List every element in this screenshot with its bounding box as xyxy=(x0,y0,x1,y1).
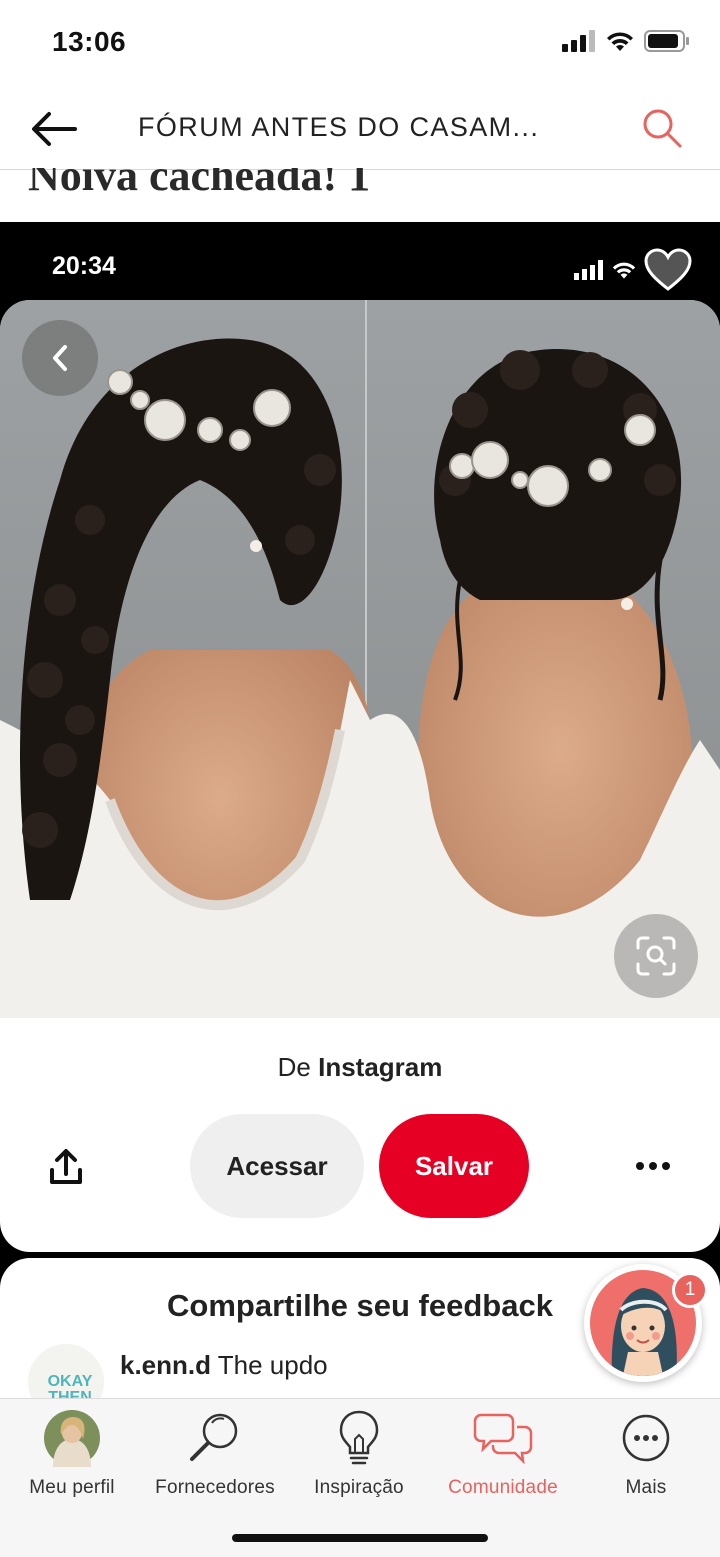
chat-bubbles-icon xyxy=(473,1413,533,1465)
app-header: FÓRUM ANTES DO CASAM... xyxy=(0,88,720,170)
share-icon xyxy=(50,1149,82,1184)
status-time: 13:06 xyxy=(52,26,127,57)
status-bar: 13:06 xyxy=(0,0,720,88)
comment-user: k.enn.d xyxy=(120,1350,212,1380)
nav-icon-wrap xyxy=(41,1407,103,1469)
hairstyle-image xyxy=(0,300,720,1018)
status-icons xyxy=(562,30,690,52)
signal-icon xyxy=(574,260,603,280)
nav-icon-wrap xyxy=(472,1407,534,1469)
source-name: Instagram xyxy=(318,1052,443,1082)
more-options-button[interactable] xyxy=(628,1144,678,1188)
pin-back-button[interactable] xyxy=(22,320,98,396)
magnifier-icon xyxy=(190,1413,238,1461)
save-button[interactable]: Salvar xyxy=(379,1114,529,1218)
comment-body: The updo xyxy=(217,1350,328,1380)
wifi-icon xyxy=(607,32,633,51)
visit-button[interactable]: Acessar xyxy=(190,1114,364,1218)
nav-item-inspiration[interactable]: Inspiração xyxy=(304,1407,414,1507)
nav-item-community[interactable]: Comunidade xyxy=(440,1407,566,1507)
nav-label: Meu perfil xyxy=(29,1477,115,1498)
battery-icon xyxy=(644,30,689,52)
nav-item-profile[interactable]: Meu perfil xyxy=(20,1407,124,1507)
signal-icon xyxy=(562,30,595,52)
back-button[interactable] xyxy=(26,104,80,154)
nav-label: Mais xyxy=(625,1477,667,1498)
nav-icon-wrap xyxy=(615,1407,677,1469)
nav-label: Fornecedores xyxy=(155,1477,275,1498)
embedded-status-bar: 20:34 xyxy=(0,222,720,302)
wifi-icon xyxy=(612,262,636,279)
source-prefix: De xyxy=(277,1052,311,1082)
notification-badge: 1 xyxy=(672,1272,708,1308)
share-button[interactable] xyxy=(40,1142,92,1194)
heart-icon xyxy=(644,248,692,291)
page-title: FÓRUM ANTES DO CASAM... xyxy=(138,112,540,142)
bridal-hair-photo xyxy=(0,300,720,1018)
nav-icon-wrap xyxy=(184,1407,246,1469)
nav-item-more[interactable]: Mais xyxy=(596,1407,696,1507)
search-button[interactable] xyxy=(640,106,684,152)
lightbulb-icon xyxy=(339,1410,379,1465)
dot xyxy=(636,1162,644,1170)
chevron-left-icon xyxy=(53,345,67,371)
lens-search-icon xyxy=(636,936,676,976)
home-indicator xyxy=(232,1534,488,1542)
arrow-left-icon xyxy=(32,112,77,146)
nav-label: Inspiração xyxy=(314,1477,404,1498)
more-icon xyxy=(622,1414,670,1462)
dot xyxy=(662,1162,670,1170)
pin-card: De Instagram Acessar Salvar xyxy=(0,300,720,1252)
embedded-status-icons xyxy=(574,248,692,292)
profile-photo-icon xyxy=(44,1410,100,1467)
comment: k.enn.d The updo xyxy=(120,1350,328,1381)
pin-actions: Acessar Salvar xyxy=(0,1114,720,1218)
search-icon xyxy=(643,109,682,148)
dot xyxy=(649,1162,657,1170)
embedded-status-time: 20:34 xyxy=(52,252,116,280)
pin-source: De Instagram xyxy=(0,1052,720,1083)
nav-icon-wrap xyxy=(328,1407,390,1469)
comment-avatar: OKAY THEN xyxy=(28,1344,104,1398)
visual-search-button[interactable] xyxy=(614,914,698,998)
avatar-text: OKAY THEN xyxy=(47,1373,93,1399)
nav-item-vendors[interactable]: Fornecedores xyxy=(146,1407,284,1507)
embedded-screenshot: 20:34 De Instagram Acessar Salvar Compar… xyxy=(0,222,720,1398)
nav-label: Comunidade xyxy=(448,1477,558,1498)
